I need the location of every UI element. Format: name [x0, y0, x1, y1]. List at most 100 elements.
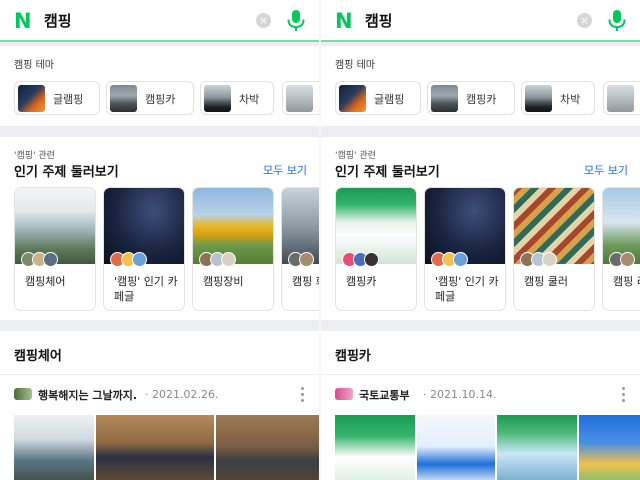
related-topics-card: '캠핑' 관련 인기 주제 둘러보기 모두 보기 캠핑카 '캠핑' 인기 카페글…	[321, 137, 640, 320]
publisher-name[interactable]: 행복해지는 그날까지.	[38, 387, 137, 403]
more-vertical-icon[interactable]	[621, 387, 627, 403]
publish-date: · 2021.02.26.	[145, 388, 219, 401]
publish-date: · 2021.10.14.	[423, 388, 497, 401]
avatar-group	[199, 252, 259, 268]
theme-chip-more[interactable]	[603, 81, 640, 115]
avatar	[43, 252, 58, 267]
topic-label: 캠핑체어	[25, 275, 66, 288]
topic-section-card: 캠핑체어 행복해지는 그날까지. · 2021.02.26.	[0, 331, 319, 480]
clear-icon[interactable]: ×	[256, 13, 271, 28]
car-camping-thumbnail	[525, 85, 552, 112]
topic-tile[interactable]: 캠핑 리스트	[602, 187, 640, 311]
avatar	[132, 252, 147, 267]
related-subtitle: '캠핑' 관련	[335, 151, 376, 161]
naver-n-logo[interactable]: N	[335, 11, 355, 32]
see-all-link[interactable]: 모두 보기	[584, 162, 628, 178]
post-photo[interactable]	[579, 415, 640, 480]
chip-label: 캠핑카	[466, 93, 497, 106]
publisher-avatar	[14, 388, 32, 400]
camping-theme-card: 캠핑 테마 글램핑 캠핑카 차박	[321, 46, 640, 126]
search-result-pane-right: N 캠핑 × 캠핑 테마 글램핑 캠핑카 차박 '캠핑' 관련 인기 주제 둘러…	[321, 0, 640, 480]
topic-tile[interactable]: 캠핑카	[335, 187, 417, 311]
theme-thumbnail	[286, 85, 313, 112]
chip-label: 글램핑	[374, 93, 405, 106]
theme-chip-more[interactable]	[282, 81, 319, 115]
topic-tile[interactable]: 캠핑 화	[281, 187, 319, 311]
avatar-group	[609, 252, 640, 268]
camping-car-thumbnail	[110, 85, 137, 112]
theme-chip-car-camping[interactable]: 차박	[200, 81, 274, 115]
theme-chip-car-camping[interactable]: 차박	[521, 81, 595, 115]
related-subtitle: '캠핑' 관련	[14, 151, 55, 161]
related-topics-card: '캠핑' 관련 인기 주제 둘러보기 모두 보기 캠핑체어 '캠핑' 인기 카페…	[0, 137, 319, 320]
see-all-link[interactable]: 모두 보기	[263, 162, 307, 178]
avatar	[364, 252, 379, 267]
clear-icon[interactable]: ×	[577, 13, 592, 28]
post-photo[interactable]	[497, 415, 577, 480]
avatar-group	[21, 252, 81, 268]
avatar-group	[431, 252, 491, 268]
theme-thumbnail	[607, 85, 634, 112]
theme-title: 캠핑 테마	[14, 60, 54, 71]
post-photo[interactable]	[335, 415, 415, 480]
theme-chip-camping-car[interactable]: 캠핑카	[106, 81, 194, 115]
avatar-group	[288, 252, 319, 268]
topic-label: 캠핑 쿨러	[524, 275, 568, 288]
theme-chip-glamping[interactable]: 글램핑	[14, 81, 100, 115]
search-bar[interactable]: N 캠핑 ×	[0, 0, 319, 42]
theme-chip-glamping[interactable]: 글램핑	[335, 81, 421, 115]
related-title: 인기 주제 둘러보기	[335, 165, 440, 180]
glamping-thumbnail	[339, 85, 366, 112]
chip-label: 차박	[560, 93, 581, 106]
chip-label: 차박	[239, 93, 260, 106]
topic-label: '캠핑' 인기 카페글	[435, 275, 499, 303]
topic-section-card: 캠핑카 국토교통부 · 2021.10.14.	[321, 331, 640, 480]
comparison-screenshot: N 캠핑 × 캠핑 테마 글램핑 캠핑카 차박 '캠핑' 관련 인기 주제 둘러…	[0, 0, 640, 480]
chip-label: 캠핑카	[145, 93, 176, 106]
car-camping-thumbnail	[204, 85, 231, 112]
microphone-icon[interactable]	[285, 9, 307, 33]
topic-label: 캠핑 리스트	[613, 275, 640, 288]
search-query[interactable]: 캠핑	[365, 11, 393, 31]
topic-label: 캠핑장비	[203, 275, 244, 288]
avatar-group	[520, 252, 580, 268]
publisher-avatar	[335, 388, 353, 400]
topic-label: 캠핑 화	[292, 275, 319, 288]
post-photo[interactable]	[96, 415, 214, 480]
more-vertical-icon[interactable]	[300, 387, 306, 403]
naver-n-logo[interactable]: N	[14, 11, 34, 32]
microphone-icon[interactable]	[606, 9, 628, 33]
topic-label: 캠핑카	[346, 275, 377, 288]
glamping-thumbnail	[18, 85, 45, 112]
section-divider	[0, 374, 319, 375]
avatar	[299, 252, 314, 267]
section-title[interactable]: 캠핑카	[335, 345, 371, 364]
chip-label: 글램핑	[53, 93, 84, 106]
publisher-name[interactable]: 국토교통부	[359, 387, 410, 403]
avatar	[221, 252, 236, 267]
post-photo[interactable]	[216, 415, 319, 480]
theme-title: 캠핑 테마	[335, 60, 375, 71]
topic-label: '캠핑' 인기 카페글	[114, 275, 178, 303]
post-photo[interactable]	[14, 415, 94, 480]
theme-chip-camping-car[interactable]: 캠핑카	[427, 81, 515, 115]
search-bar[interactable]: N 캠핑 ×	[321, 0, 640, 42]
avatar	[620, 252, 635, 267]
camping-car-thumbnail	[431, 85, 458, 112]
camping-theme-card: 캠핑 테마 글램핑 캠핑카 차박	[0, 46, 319, 126]
avatar-group	[342, 252, 402, 268]
section-divider	[321, 374, 640, 375]
search-result-pane-left: N 캠핑 × 캠핑 테마 글램핑 캠핑카 차박 '캠핑' 관련 인기 주제 둘러…	[0, 0, 319, 480]
related-title: 인기 주제 둘러보기	[14, 165, 119, 180]
avatar	[542, 252, 557, 267]
avatar	[453, 252, 468, 267]
topic-tile[interactable]: '캠핑' 인기 카페글	[103, 187, 185, 311]
topic-tile[interactable]: 캠핑체어	[14, 187, 96, 311]
topic-tile[interactable]: 캠핑장비	[192, 187, 274, 311]
post-photo[interactable]	[417, 415, 495, 480]
search-query[interactable]: 캠핑	[44, 11, 72, 31]
topic-tile[interactable]: '캠핑' 인기 카페글	[424, 187, 506, 311]
topic-tile[interactable]: 캠핑 쿨러	[513, 187, 595, 311]
section-title[interactable]: 캠핑체어	[14, 345, 62, 364]
avatar-group	[110, 252, 170, 268]
